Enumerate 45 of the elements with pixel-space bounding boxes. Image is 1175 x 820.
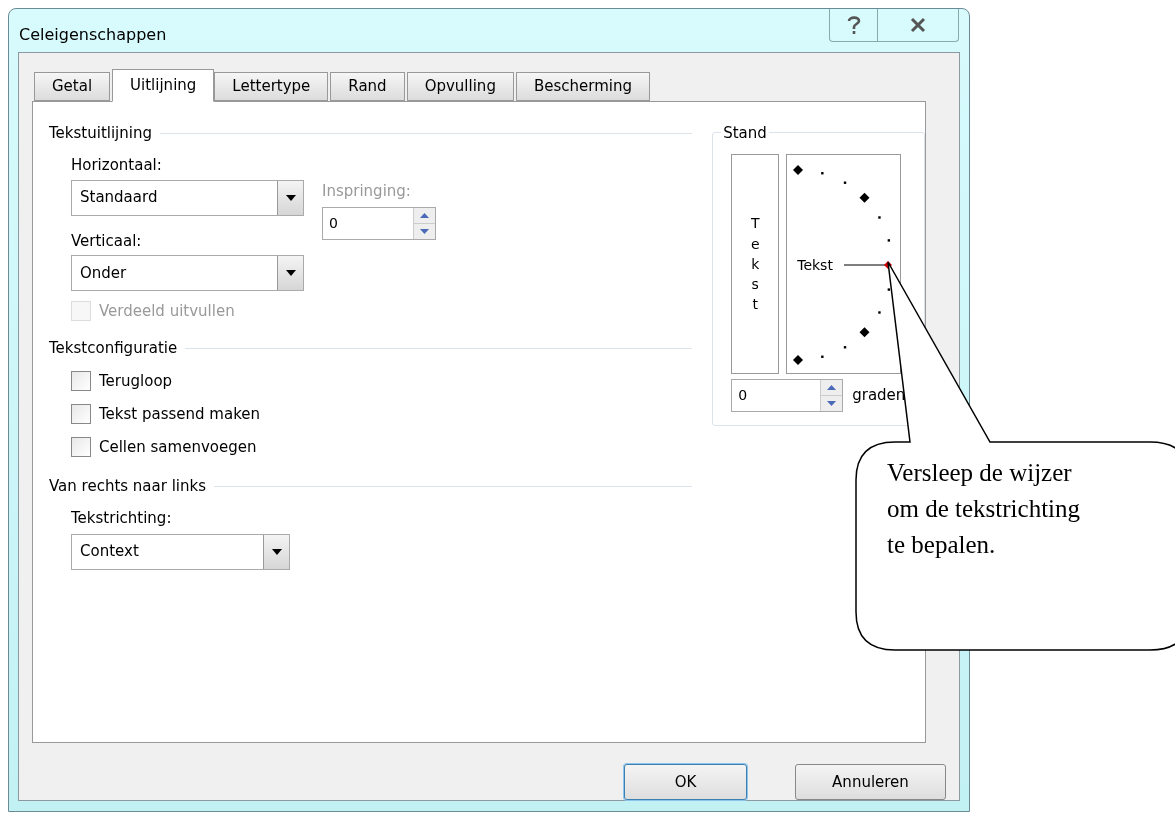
close-icon [910, 17, 926, 33]
checkbox-label: Verdeeld uitvullen [99, 300, 235, 322]
section-title: Tekstconfiguratie [49, 337, 178, 359]
degrees-label: graden [852, 385, 906, 407]
down-arrow-icon [420, 228, 429, 234]
field-label: Tekstrichting: [71, 508, 173, 529]
dropdown-field[interactable]: Standaard [71, 179, 304, 216]
tab[interactable]: Lettertype [214, 72, 329, 101]
dropdown-field[interactable]: Onder [71, 255, 304, 291]
tab[interactable]: Opvulling [406, 72, 514, 101]
callout-text: Versleep de wijzer om de tekstrichting te bepalen. [887, 458, 1082, 560]
field-label: Horizontaal: [71, 155, 163, 176]
checkbox-label: Terugloop [99, 370, 173, 392]
checkbox-label: Cellen samenvoegen [99, 436, 257, 458]
dropdown-button[interactable] [263, 534, 289, 569]
up-arrow-icon [420, 212, 429, 218]
section-title: Tekstuitlijning [49, 122, 152, 144]
tab[interactable]: Getal [34, 72, 111, 101]
vertical-text: Tekst [750, 214, 761, 315]
caret-icon [271, 548, 282, 555]
down-arrow-icon [827, 401, 837, 406]
dialog-button[interactable]: Annuleren [795, 764, 946, 800]
dropdown-button[interactable] [277, 180, 303, 215]
checkbox-label: Tekst passend maken [99, 403, 261, 425]
tab[interactable]: Uitlijning [112, 69, 215, 102]
spin-buttons[interactable] [820, 380, 843, 411]
dialog-button[interactable]: OK [624, 764, 747, 800]
caret-icon [285, 270, 296, 276]
tab[interactable]: Bescherming [515, 72, 650, 101]
checkbox[interactable] [71, 437, 91, 457]
dropdown-button[interactable] [277, 256, 303, 290]
spin-buttons[interactable] [413, 207, 435, 239]
up-arrow-icon [827, 385, 837, 390]
number-field[interactable]: 0 [731, 379, 844, 412]
caret-icon [285, 194, 296, 201]
vertical-text-box[interactable]: Tekst [731, 154, 780, 374]
field-label: Inspringing: [322, 181, 412, 202]
window-title: Celeigenschappen [19, 24, 168, 46]
help-icon [846, 15, 861, 35]
checkbox[interactable] [71, 371, 91, 391]
dropdown-field[interactable]: Context [71, 533, 290, 570]
section-title: Van rechts naar links [49, 475, 207, 497]
checkbox[interactable] [71, 404, 91, 424]
tab[interactable]: Rand [330, 72, 405, 101]
field-label: Verticaal: [71, 230, 143, 252]
